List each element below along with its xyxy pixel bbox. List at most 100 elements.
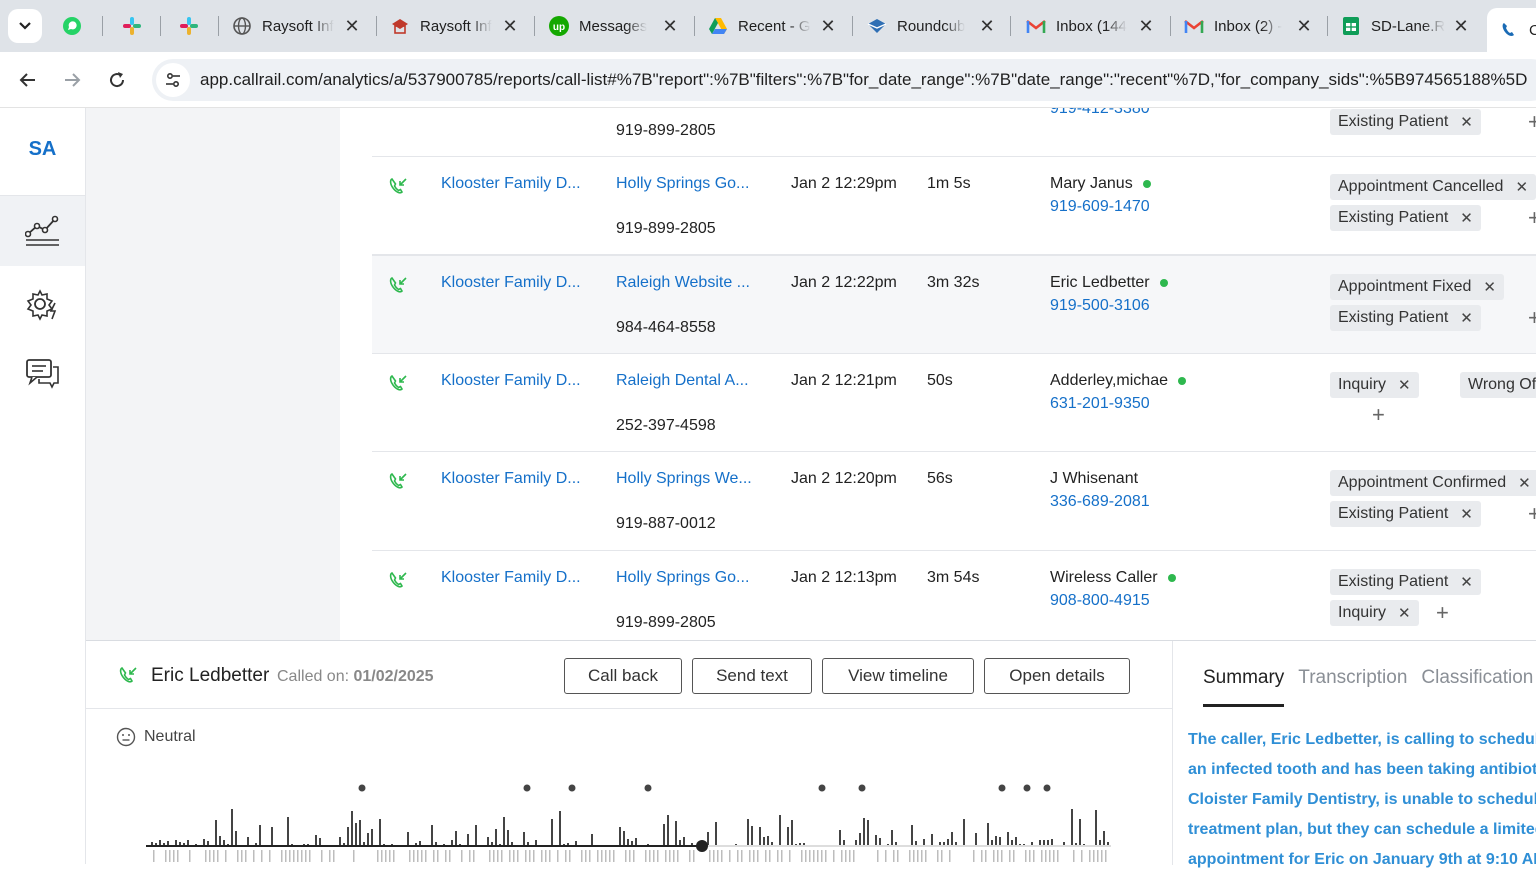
tab-callrail-active[interactable]: C	[1487, 8, 1536, 52]
caller-phone[interactable]: 919-412-3380	[1050, 108, 1150, 118]
remove-tag-icon[interactable]: ✕	[1460, 209, 1473, 227]
tag-chip: Appointment Cancelled ✕	[1330, 174, 1536, 200]
close-icon[interactable]: ✕	[1451, 16, 1471, 36]
tab-title: Inbox (144	[1056, 17, 1127, 35]
company-link[interactable]: Klooster Family D...	[441, 175, 581, 193]
company-link[interactable]: Klooster Family D...	[441, 274, 581, 292]
table-row-selected[interactable]: Klooster Family D... Raleigh Website ...…	[372, 255, 1536, 354]
add-tag-button[interactable]: +	[1436, 600, 1449, 626]
nav-conversations[interactable]	[0, 338, 85, 408]
roundcube-icon	[867, 16, 887, 36]
close-icon[interactable]: ✕	[1136, 16, 1156, 36]
tab-slack-2[interactable]	[179, 8, 205, 44]
tag-chip: Existing Patient ✕	[1330, 305, 1481, 331]
company-link[interactable]: Klooster Family D...	[441, 470, 581, 488]
call-datetime: Jan 2 12:29pm	[791, 175, 897, 192]
svg-text:up: up	[553, 22, 565, 33]
tab-slack-1[interactable]	[122, 8, 148, 44]
forward-button[interactable]	[56, 64, 88, 96]
source-link[interactable]: Holly Springs Go...	[616, 569, 749, 587]
call-back-button[interactable]: Call back	[564, 658, 682, 694]
remove-tag-icon[interactable]: ✕	[1460, 309, 1473, 327]
tab-gmail-2[interactable]: Inbox (2) - ✕	[1184, 8, 1314, 44]
view-timeline-button[interactable]: View timeline	[822, 658, 974, 694]
caller-phone[interactable]: 631-201-9350	[1050, 395, 1150, 413]
table-row[interactable]: Klooster Family D... Holly Springs Go...…	[372, 551, 1536, 640]
close-icon[interactable]: ✕	[342, 16, 362, 36]
online-status-dot	[1177, 377, 1186, 385]
close-icon[interactable]: ✕	[500, 16, 520, 36]
table-row[interactable]: Klooster Family D... Holly Springs We...…	[372, 452, 1536, 551]
tag-chip: Existing Patient ✕	[1330, 501, 1481, 527]
detail-tabs: Summary Transcription Classification	[1203, 667, 1536, 707]
source-link[interactable]: Holly Springs Go...	[616, 175, 749, 193]
tab-search-button[interactable]	[8, 9, 42, 43]
tab-google-drive[interactable]: Recent - G ✕	[708, 8, 838, 44]
summary-line: The caller, Eric Ledbetter, is calling t…	[1188, 731, 1536, 748]
close-icon[interactable]: ✕	[660, 16, 680, 36]
caller-phone[interactable]: 919-609-1470	[1050, 198, 1150, 216]
audio-waveform[interactable]	[146, 771, 1116, 865]
table-row[interactable]: 919-899-2805 919-412-3380 Existing Patie…	[372, 108, 1536, 157]
remove-tag-icon[interactable]: ✕	[1515, 178, 1528, 196]
source-link[interactable]: Raleigh Dental A...	[616, 372, 749, 390]
add-tag-button[interactable]: +	[1372, 402, 1385, 428]
add-tag-button[interactable]: +	[1528, 205, 1536, 231]
caller-phone[interactable]: 919-500-3106	[1050, 297, 1150, 315]
close-icon[interactable]: ✕	[818, 16, 838, 36]
remove-tag-icon[interactable]: ✕	[1518, 474, 1531, 492]
call-duration: 3m 32s	[927, 274, 980, 291]
tag-chip: Appointment Confirmed ✕	[1330, 470, 1536, 496]
site-settings-icon[interactable]	[156, 63, 190, 97]
tab-classification[interactable]: Classification	[1421, 667, 1533, 707]
tab-title: Raysoft Inf	[262, 17, 334, 35]
tab-summary[interactable]: Summary	[1203, 667, 1285, 707]
tab-roundcube[interactable]: Roundcub ✕	[867, 8, 997, 44]
tab-raysoft-2[interactable]: Raysoft Inf ✕	[390, 8, 520, 44]
call-detail-panel: Eric Ledbetter Called on: 01/02/2025 Cal…	[86, 640, 1536, 868]
call-detail-header: Eric Ledbetter Called on: 01/02/2025 Cal…	[86, 641, 1172, 709]
add-tag-button[interactable]: +	[1528, 305, 1536, 331]
neutral-face-icon	[116, 727, 136, 747]
reload-button[interactable]	[101, 64, 133, 96]
tab-gmail-1[interactable]: Inbox (144 ✕	[1026, 8, 1156, 44]
tab-whatsapp[interactable]	[62, 8, 88, 44]
add-tag-button[interactable]: +	[1528, 501, 1536, 527]
remove-tag-icon[interactable]: ✕	[1460, 573, 1473, 591]
gmail-icon	[1026, 16, 1046, 36]
send-text-button[interactable]: Send text	[692, 658, 812, 694]
tab-raysoft-1[interactable]: Raysoft Inf ✕	[232, 8, 362, 44]
app-nav-rail: SA	[0, 108, 86, 864]
company-link[interactable]: Klooster Family D...	[441, 569, 581, 587]
remove-tag-icon[interactable]: ✕	[1460, 113, 1473, 131]
address-bar[interactable]: app.callrail.com/analytics/a/537900785/r…	[152, 59, 1536, 101]
company-link[interactable]: Klooster Family D...	[441, 372, 581, 390]
open-details-button[interactable]: Open details	[984, 658, 1130, 694]
source-link[interactable]: Holly Springs We...	[616, 470, 752, 488]
tag-chip: Inquiry ✕	[1330, 372, 1419, 398]
back-button[interactable]	[12, 64, 44, 96]
account-initials[interactable]: SA	[0, 138, 85, 161]
nav-analytics[interactable]	[0, 196, 85, 266]
table-row[interactable]: Klooster Family D... Holly Springs Go...…	[372, 157, 1536, 255]
tab-sheets[interactable]: SD-Lane.R ✕	[1341, 8, 1471, 44]
remove-tag-icon[interactable]: ✕	[1398, 376, 1411, 394]
table-row[interactable]: Klooster Family D... Raleigh Dental A...…	[372, 354, 1536, 452]
add-tag-button[interactable]: +	[1528, 109, 1536, 135]
remove-tag-icon[interactable]: ✕	[1398, 604, 1411, 622]
caller-phone[interactable]: 908-800-4915	[1050, 592, 1150, 610]
caller-phone[interactable]: 336-689-2081	[1050, 493, 1150, 511]
source-link[interactable]: Raleigh Website ...	[616, 274, 750, 292]
call-summary-text: The caller, Eric Ledbetter, is calling t…	[1188, 725, 1536, 875]
close-icon[interactable]: ✕	[977, 16, 997, 36]
tab-transcription[interactable]: Transcription	[1298, 667, 1407, 707]
inbound-call-icon	[388, 177, 408, 202]
remove-tag-icon[interactable]: ✕	[1483, 278, 1496, 296]
remove-tag-icon[interactable]: ✕	[1460, 505, 1473, 523]
tab-messages[interactable]: up Messages ✕	[549, 8, 680, 44]
browser-tab-strip: Raysoft Inf ✕ Raysoft Inf ✕ up Messages …	[0, 0, 1536, 52]
tag-label: Inquiry	[1338, 604, 1387, 621]
nav-settings[interactable]	[0, 269, 85, 339]
close-icon[interactable]: ✕	[1294, 16, 1314, 36]
inbound-call-icon	[388, 374, 408, 399]
